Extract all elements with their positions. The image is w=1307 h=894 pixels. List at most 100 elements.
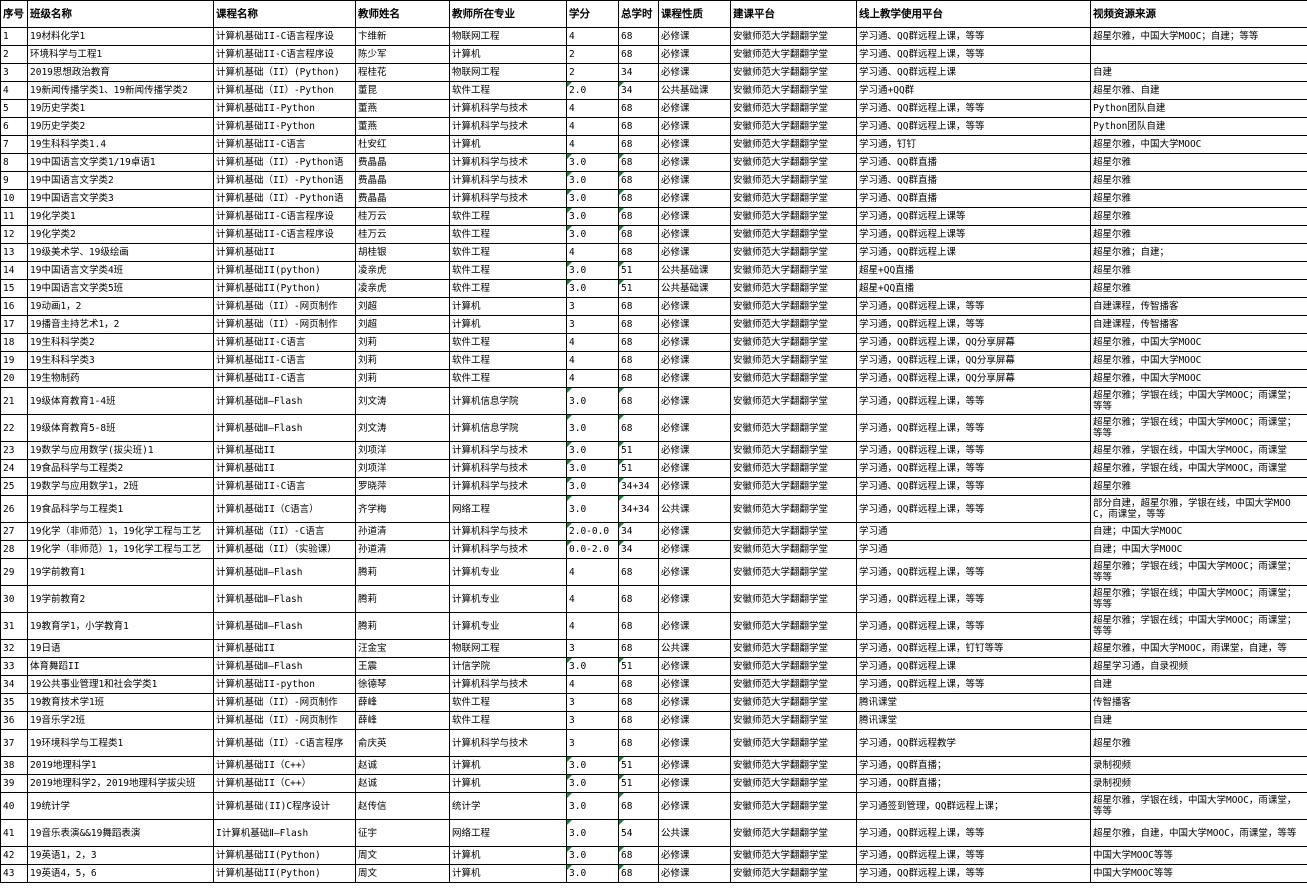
col-course-name: 计算机基础II xyxy=(213,459,356,478)
col-online-platform: 学习通 xyxy=(856,522,1091,541)
table-row: 24 19食品科学与工程类2 计算机基础II 刘项洋 计算机科学与技术 3.0 51 必修课安… xyxy=(0,459,1307,478)
col-course-type: 必修课 xyxy=(658,297,731,316)
col-total-hours: 51 xyxy=(618,261,659,280)
col-teacher-name: 董燕 xyxy=(355,99,450,118)
col-credits: 3.0 xyxy=(566,441,619,460)
col-teacher-major-header: 教师所在专业 xyxy=(449,0,567,28)
table-body: 1 19材料化学1 计算机基础II-C语言程序设 卞维新 物联网工程 4 68 必修课 安徽师范… xyxy=(0,27,1307,883)
col-total-hours: 68 xyxy=(618,558,659,586)
col-platform: 安徽师范大学翻翻学堂 xyxy=(730,369,857,388)
col-teacher-major: 计算机 xyxy=(449,135,567,154)
col-credits: 4 xyxy=(566,99,619,118)
col-credits: 3.0 xyxy=(566,459,619,478)
col-index: 10 xyxy=(0,189,28,208)
col-course-type: 必修课 xyxy=(658,792,731,820)
col-video-source: 超星尔雅 xyxy=(1090,279,1307,298)
col-total-hours: 51 xyxy=(618,441,659,460)
col-teacher-major: 计算机 xyxy=(449,45,567,64)
col-platform: 安徽师范大学翻翻学堂 xyxy=(730,81,857,100)
col-credits: 3.0 xyxy=(566,774,619,793)
col-class-name: 19中国语言文学类5班 xyxy=(27,279,214,298)
col-course-type: 必修课 xyxy=(658,45,731,64)
col-teacher-major: 计算机 xyxy=(449,315,567,334)
col-platform: 安徽师范大学翻翻学堂 xyxy=(730,558,857,586)
col-course-name: 计算机基础II-Python xyxy=(213,99,356,118)
col-platform: 安徽师范大学翻翻学堂 xyxy=(730,657,857,676)
col-course-type: 必修课 xyxy=(658,558,731,586)
col-teacher-name: 董燕 xyxy=(355,117,450,136)
col-index: 25 xyxy=(0,477,28,496)
col-online-platform: 学习通、QQ群直播 xyxy=(856,189,1091,208)
col-online-platform: 学习通、QQ群远程上课 xyxy=(856,63,1091,82)
col-index: 28 xyxy=(0,540,28,559)
col-credits: 4 xyxy=(566,333,619,352)
col-course-type: 必修课 xyxy=(658,171,731,190)
col-teacher-major: 计算机科学与技术 xyxy=(449,117,567,136)
col-course-type: 公共课 xyxy=(658,639,731,658)
col-teacher-major: 计算机专业 xyxy=(449,612,567,640)
table-row: 25 19数学与应用数学1，2班 计算机基础II-C语言 罗晓萍 计算机科学与技术 3.0… xyxy=(0,477,1307,496)
col-course-name: 计算机基础II-C语言程序设 xyxy=(213,45,356,64)
col-teacher-name: 凌亲虎 xyxy=(355,261,450,280)
col-index: 11 xyxy=(0,207,28,226)
col-teacher-major: 软件工程 xyxy=(449,369,567,388)
col-platform: 安徽师范大学翻翻学堂 xyxy=(730,315,857,334)
col-credits: 4 xyxy=(566,351,619,370)
col-credits: 4 xyxy=(566,612,619,640)
col-course-name: 计算机基础（II）-C语言 xyxy=(213,522,356,541)
col-course-type: 必修课 xyxy=(658,63,731,82)
col-online-platform: 学习通，QQ群远程上课，钉钉等等 xyxy=(856,639,1091,658)
col-online-platform: 学习通签到管理，QQ群远程上课； xyxy=(856,792,1091,820)
table-row: 26 19食品科学与工程类1 计算机基础II（C语言） 齐学梅 网络工程 3.0 34+34… xyxy=(0,495,1307,523)
col-index: 32 xyxy=(0,639,28,658)
table-row: 35 19教育技术学1班 计算机基础（II）-网页制作 薛峰 软件工程 3 68 必修课 安徽师… xyxy=(0,693,1307,712)
col-teacher-major: 软件工程 xyxy=(449,243,567,262)
col-video-source: 超星尔雅 xyxy=(1090,207,1307,226)
col-video-source: 自建 xyxy=(1090,711,1307,730)
col-teacher-major: 软件工程 xyxy=(449,207,567,226)
table-row: 8 19中国语言文学类1/19卓语1 计算机基础（II）-Python语 费晶晶 计算机… xyxy=(0,153,1307,172)
col-platform: 安徽师范大学翻翻学堂 xyxy=(730,639,857,658)
col-teacher-name: 腾莉 xyxy=(355,585,450,613)
col-teacher-name: 薛峰 xyxy=(355,711,450,730)
col-online-platform: 学习通，QQ群远程上课，等等 xyxy=(856,315,1091,334)
col-platform: 安徽师范大学翻翻学堂 xyxy=(730,27,857,46)
col-platform: 安徽师范大学翻翻学堂 xyxy=(730,459,857,478)
col-platform: 安徽师范大学翻翻学堂 xyxy=(730,297,857,316)
col-index: 21 xyxy=(0,387,28,415)
col-teacher-name: 薛峰 xyxy=(355,693,450,712)
col-course-type: 必修课 xyxy=(658,27,731,46)
col-class-name: 19材料化学1 xyxy=(27,27,214,46)
col-teacher-major: 计算机科学与技术 xyxy=(449,171,567,190)
col-teacher-name: 周文 xyxy=(355,864,450,883)
col-online-platform: 学习通、QQ群远程上课，等等 xyxy=(856,99,1091,118)
col-course-name: 计算机基础II-C语言 xyxy=(213,333,356,352)
col-course-name: 计算机基础（II）(Python) xyxy=(213,63,356,82)
col-teacher-major: 计算机信息学院 xyxy=(449,414,567,442)
col-platform: 安徽师范大学翻翻学堂 xyxy=(730,279,857,298)
col-online-platform: 学习通，QQ群远程上课，QQ分享屏幕 xyxy=(856,351,1091,370)
col-video-source: Python团队自建 xyxy=(1090,117,1307,136)
col-credits: 2.0 xyxy=(566,81,619,100)
col-teacher-major: 计算机科学与技术 xyxy=(449,675,567,694)
col-total-hours: 68 xyxy=(618,585,659,613)
col-teacher-major: 物联网工程 xyxy=(449,63,567,82)
col-course-name: 计算机基础（II）-Python语 xyxy=(213,153,356,172)
col-course-name: 计算机基础II(python) xyxy=(213,261,356,280)
col-teacher-name: 刘莉 xyxy=(355,351,450,370)
col-online-platform: 学习通、QQ群远程上课，等等 xyxy=(856,117,1091,136)
col-course-type: 必修课 xyxy=(658,369,731,388)
col-credits: 4 xyxy=(566,558,619,586)
col-video-source: 超星尔雅 xyxy=(1090,171,1307,190)
col-course-name: 计算机基础II xyxy=(213,243,356,262)
col-class-name: 2019地理科学1 xyxy=(27,756,214,775)
col-class-name: 19音乐学2班 xyxy=(27,711,214,730)
col-teacher-name: 胡桂银 xyxy=(355,243,450,262)
col-teacher-major: 软件工程 xyxy=(449,81,567,100)
col-online-platform: 学习通，QQ群远程上课，等等 xyxy=(856,387,1091,415)
col-class-name: 19食品科学与工程类2 xyxy=(27,459,214,478)
col-credits: 2.0-0.0 xyxy=(566,522,619,541)
col-teacher-name: 罗晓萍 xyxy=(355,477,450,496)
col-credits: 3.0 xyxy=(566,495,619,523)
col-video-source: 超星尔雅，学银在线，中国大学MOOC，雨课堂 xyxy=(1090,459,1307,478)
